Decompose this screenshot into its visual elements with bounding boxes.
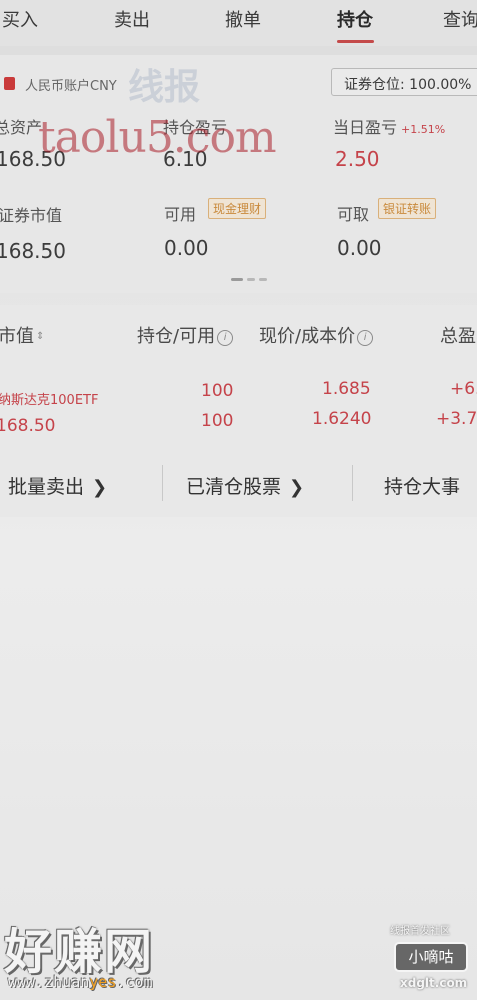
cleared-stocks-label: 已清仓股票 [186,476,282,498]
pager-dot [247,278,255,281]
top-tab-bar: 买入 卖出 撤单 持仓 查询 [0,0,477,46]
chevron-right-icon: ❯ [92,477,108,498]
total-assets-value: 168.50 [0,147,66,171]
daily-pnl-value: 2.50 [335,147,380,171]
cleared-stocks-button[interactable]: 已清仓股票 ❯ [186,472,304,499]
pager-dot-active [231,278,243,281]
holding-events-button[interactable]: 持仓大事 [384,472,460,499]
available-label: 可用 [164,205,197,224]
stock-cost: 1.6240 [312,409,372,429]
column-header-price: 现价/成本价 i [259,322,374,348]
tab-cancel[interactable]: 撤单 [225,6,261,32]
watermark-url-part: www.zhuan [8,973,90,991]
pager-dot [259,278,267,281]
holdings-section: 市值 ⇕ 持仓/可用 i 现价/成本价 i 总盈 纳斯达克100ETF 168.50 … [0,305,477,517]
tab-sell[interactable]: 卖出 [114,6,150,32]
watermark-site-logo: 好赚网 www.zhuanyes.com [0,910,200,1000]
chevron-right-icon: ❯ [289,477,305,498]
watermark-site-url: www.zhuanyes.com [8,973,153,991]
watermark-url-part: .com [116,973,153,991]
stock-total-pnl: +6. [450,379,477,399]
available-value: 0.00 [164,236,209,260]
batch-sell-button[interactable]: 批量卖出 ❯ [8,472,107,499]
batch-sell-label: 批量卖出 [8,476,85,498]
tab-query[interactable]: 查询 [443,6,477,32]
account-selector[interactable]: 人民币账户CNY [25,75,117,94]
info-icon[interactable]: i [357,330,374,346]
stock-available: 100 [201,411,234,431]
daily-pnl-percent: +1.51% [401,123,446,136]
total-assets-label: 总资产 [0,118,43,137]
active-tab-indicator [337,40,374,43]
column-header-price-text: 现价/成本价 [259,326,356,347]
stock-market-value: 168.50 [0,416,56,436]
column-header-total-pnl: 总盈 [440,326,476,347]
divider [162,465,163,501]
position-ratio-box: 证券仓位: 100.00% [331,68,477,96]
withdrawable-label: 可取 [337,205,370,224]
tab-buy[interactable]: 买入 [2,6,38,32]
holding-pnl-value: 6.10 [163,147,208,171]
stock-total-pnl-percent: +3.7 [436,409,477,429]
market-value-label: 证券市值 [0,206,63,225]
column-header-market-value[interactable]: 市值 ⇕ [0,322,44,348]
divider [352,465,353,501]
watermark-site-name: 好赚网 [4,924,155,980]
column-header-position: 持仓/可用 i [137,322,234,348]
watermark-brand-logo: 线报首发社区 小嘀咕 xdglt.com [378,918,477,1000]
info-icon[interactable]: i [217,330,234,346]
watermark-brand: 小嘀咕 [394,942,468,972]
stock-name: 纳斯达克100ETF [0,393,99,408]
column-header-market-value-text: 市值 [0,326,34,347]
stock-price: 1.685 [322,379,371,399]
column-header-position-text: 持仓/可用 [137,326,216,347]
account-summary-panel: 人民币账户CNY 证券仓位: 100.00% 总资产 持仓盈亏 当日盈亏 +1.5… [0,55,477,293]
cash-management-button[interactable]: 现金理财 [208,198,267,219]
account-flag-icon [4,77,15,90]
watermark-url-highlight: yes [89,973,117,991]
holding-pnl-label: 持仓盈亏 [163,118,228,137]
tab-holdings[interactable]: 持仓 [337,6,373,32]
daily-pnl-label: 当日盈亏 +1.51% [333,114,445,138]
sort-icon: ⇕ [36,331,45,342]
daily-pnl-label-text: 当日盈亏 [333,118,398,137]
withdrawable-value: 0.00 [337,236,382,260]
watermark-brand-url: xdglt.com [400,976,468,990]
position-ratio-text: 证券仓位: 100.00% [344,77,472,93]
bank-transfer-button[interactable]: 银证转账 [378,198,437,219]
stock-position: 100 [201,381,234,401]
watermark-community: 线报首发社区 [390,926,450,937]
market-value-value: 168.50 [0,239,66,263]
